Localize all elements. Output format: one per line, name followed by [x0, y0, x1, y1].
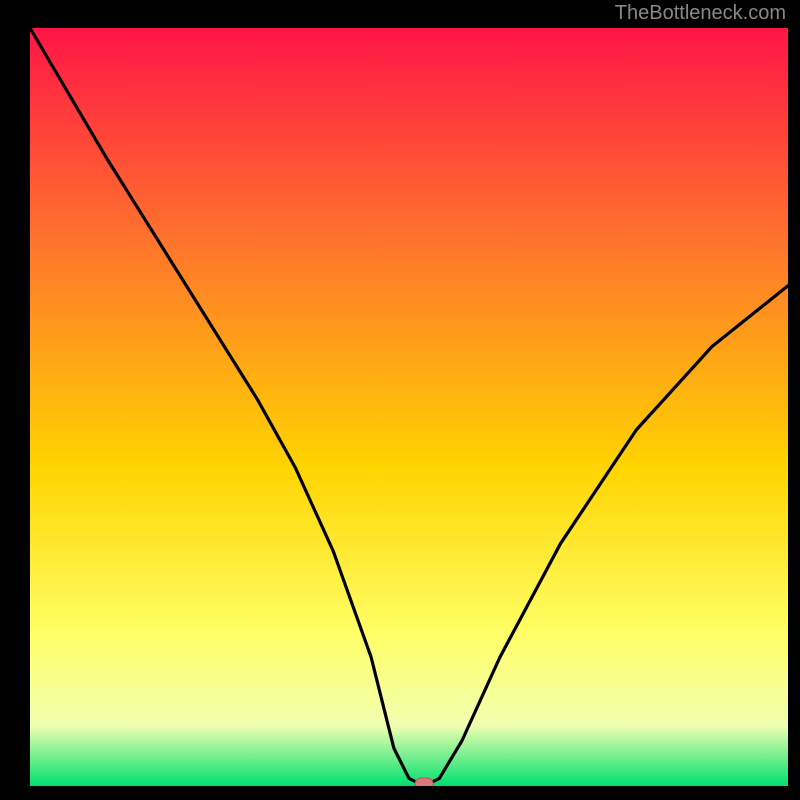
plot-svg — [30, 28, 788, 786]
watermark-text: TheBottleneck.com — [615, 2, 786, 25]
plot-area — [30, 28, 788, 786]
optimal-point-marker — [415, 778, 433, 786]
chart-frame: TheBottleneck.com — [0, 0, 800, 800]
gradient-background — [30, 28, 788, 786]
